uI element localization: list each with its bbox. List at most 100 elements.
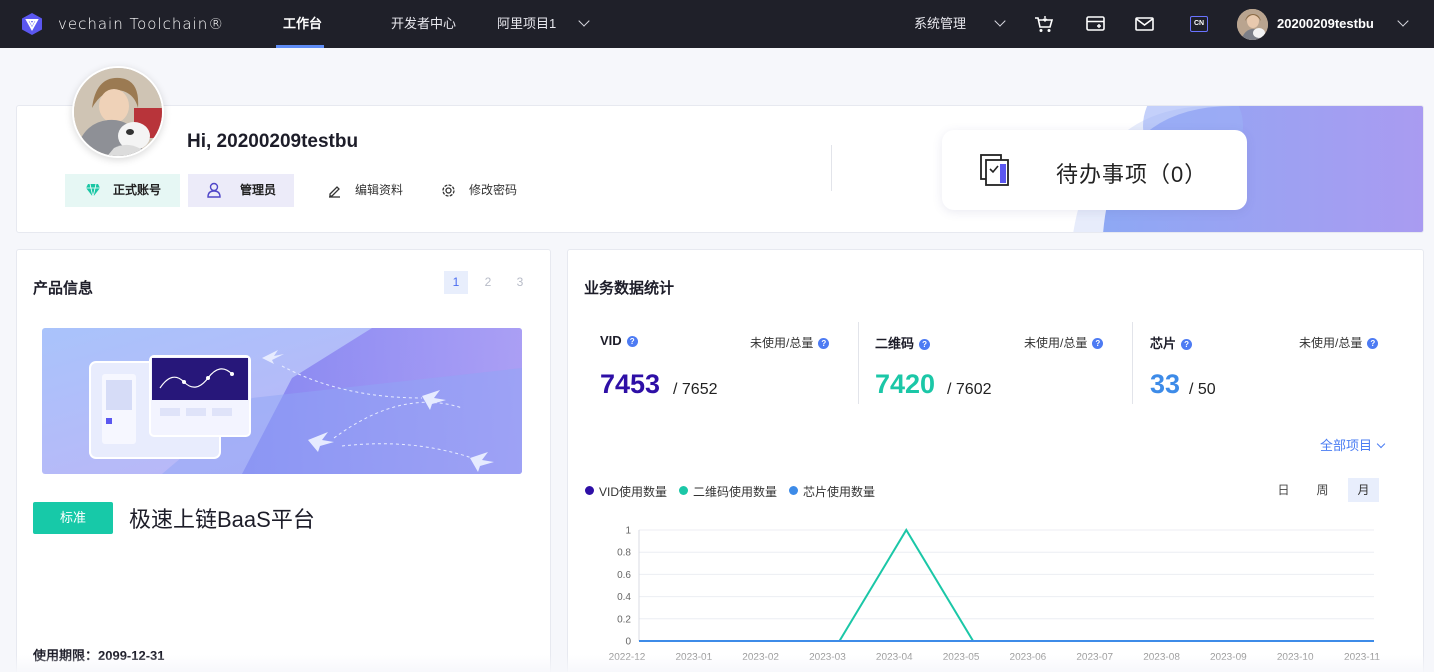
nav-workbench[interactable]: 工作台 xyxy=(283,0,322,48)
legend-chip[interactable]: 芯片使用数量 xyxy=(789,483,875,500)
pager-page-1[interactable]: 1 xyxy=(444,271,468,294)
legend-qrcode[interactable]: 二维码使用数量 xyxy=(679,483,777,500)
business-stats-title: 业务数据统计 xyxy=(584,280,675,297)
avatar[interactable] xyxy=(1237,9,1268,40)
x-tick-label: 2023-08 xyxy=(1143,652,1180,663)
nav-developer-center[interactable]: 开发者中心 xyxy=(391,0,456,48)
profile-divider xyxy=(831,145,832,191)
stat-chip-sub-label: 未使用/总量 xyxy=(1299,336,1363,350)
help-icon[interactable]: ? xyxy=(1367,338,1379,349)
profile-avatar[interactable] xyxy=(72,66,164,158)
card-icon[interactable] xyxy=(1085,14,1107,34)
y-tick-label: 0.8 xyxy=(617,548,631,559)
todo-label: 待办事项（0） xyxy=(1056,162,1208,187)
mail-icon[interactable] xyxy=(1134,14,1156,34)
y-tick-label: 0.2 xyxy=(617,614,631,625)
todo-button[interactable]: 待办事项（0） xyxy=(942,130,1247,210)
product-info-title: 产品信息 xyxy=(33,280,94,297)
change-password-link[interactable]: 修改密码 xyxy=(441,174,517,207)
stat-chip-sub: 未使用/总量? xyxy=(1299,334,1379,351)
product-name: 极速上链BaaS平台 xyxy=(129,507,315,532)
edit-icon xyxy=(329,186,340,198)
gear-icon xyxy=(442,184,455,197)
change-password-label: 修改密码 xyxy=(469,183,518,197)
stat-vid-value: 7453 xyxy=(600,369,661,399)
chevron-down-icon xyxy=(1376,439,1386,449)
help-icon[interactable]: ? xyxy=(1092,338,1104,349)
edit-profile-link[interactable]: 编辑资料 xyxy=(327,174,403,207)
vechain-logo-icon xyxy=(22,13,42,35)
stat-vid-label: VID? xyxy=(600,333,638,348)
role-badge: 管理员 xyxy=(188,174,294,207)
all-projects-dropdown[interactable]: 全部项目 xyxy=(1320,435,1386,454)
stat-chip-value: 33 xyxy=(1150,369,1181,399)
stat-qrcode-sub: 未使用/总量? xyxy=(1024,334,1104,351)
y-tick-label: 1 xyxy=(625,526,631,537)
stat-divider xyxy=(858,322,859,404)
nav-project-label: 阿里项目1 xyxy=(497,16,557,31)
x-tick-label: 2023-06 xyxy=(1010,652,1047,663)
stat-vid-sub-label: 未使用/总量 xyxy=(750,336,814,350)
usage-line-chart: 0 0.2 0.4 0.6 0.8 1 2022-12 2023-01 2023-02 2023-… xyxy=(609,526,1381,664)
x-tick-label: 2023-03 xyxy=(809,652,846,663)
x-tick-label: 2023-07 xyxy=(1076,652,1113,663)
range-week-button[interactable]: 周 xyxy=(1307,478,1338,502)
expiry-date: 使用期限：2099-12-31 xyxy=(33,648,165,663)
series-line-1 xyxy=(639,528,1374,642)
x-tick-label: 2023-01 xyxy=(675,652,712,663)
user-photo-icon xyxy=(1237,9,1268,40)
all-projects-label: 全部项目 xyxy=(1320,438,1373,453)
username: 20200209testbu xyxy=(1277,16,1374,31)
y-tick-label: 0.6 xyxy=(617,570,631,581)
pager-page-2[interactable]: 2 xyxy=(476,271,500,294)
brand-logo[interactable]: vechain Toolchain® xyxy=(20,12,224,36)
nav-project-selector[interactable]: 阿里项目1 xyxy=(497,0,590,48)
help-icon[interactable]: ? xyxy=(1181,339,1193,350)
top-navbar: vechain Toolchain® 工作台 开发者中心 阿里项目1 系统管理 … xyxy=(0,0,1434,48)
x-tick-label: 2023-02 xyxy=(742,652,779,663)
stat-chip-total: / 50 xyxy=(1189,381,1216,398)
stat-divider xyxy=(1132,322,1133,404)
stat-qrcode-value: 7420 xyxy=(875,369,936,399)
help-icon[interactable]: ? xyxy=(919,339,931,350)
legend-vid-marker xyxy=(585,486,594,495)
edition-badge: 标准 xyxy=(33,502,113,534)
chevron-down-icon xyxy=(993,15,1006,27)
stat-vid-name: VID xyxy=(600,333,622,348)
brand-name: vechain Toolchain® xyxy=(58,15,225,33)
help-icon[interactable]: ? xyxy=(626,336,638,347)
account-type-label: 正式账号 xyxy=(113,183,162,197)
user-menu[interactable]: 20200209testbu xyxy=(1277,0,1410,48)
y-tick-label: 0 xyxy=(625,637,631,648)
diamond-icon xyxy=(86,183,100,198)
pager-page-3[interactable]: 3 xyxy=(508,271,532,294)
nav-active-indicator xyxy=(276,45,324,48)
stat-chip-name: 芯片 xyxy=(1150,336,1177,351)
stat-vid-total: / 7652 xyxy=(673,381,718,398)
help-icon[interactable]: ? xyxy=(818,338,830,349)
system-menu[interactable]: 系统管理 xyxy=(914,0,1006,48)
product-banner-illustration xyxy=(42,328,522,474)
x-tick-label: 2023-11 xyxy=(1344,652,1380,663)
edit-profile-label: 编辑资料 xyxy=(355,183,404,197)
stat-qrcode-total: / 7602 xyxy=(947,381,992,398)
todo-list-icon xyxy=(980,154,1009,186)
chevron-down-icon xyxy=(1397,15,1410,27)
legend-chip-marker xyxy=(789,486,798,495)
x-tick-label: 2023-10 xyxy=(1277,652,1314,663)
legend-vid-label: VID使用数量 xyxy=(599,485,668,499)
legend-chip-label: 芯片使用数量 xyxy=(803,485,876,499)
user-icon xyxy=(207,182,221,198)
legend-vid[interactable]: VID使用数量 xyxy=(585,483,667,500)
x-tick-label: 2023-05 xyxy=(943,652,980,663)
y-tick-label: 0.4 xyxy=(617,592,631,603)
range-month-button[interactable]: 月 xyxy=(1348,478,1379,502)
greeting-text: Hi, 20200209testbu xyxy=(187,131,359,152)
account-type-badge: 正式账号 xyxy=(65,174,180,207)
x-tick-label: 2023-09 xyxy=(1210,652,1247,663)
range-day-button[interactable]: 日 xyxy=(1268,478,1299,502)
stat-vid-sub: 未使用/总量? xyxy=(750,334,830,351)
language-switch[interactable]: CN xyxy=(1190,16,1208,32)
cart-icon[interactable] xyxy=(1033,14,1055,34)
stat-chip-label: 芯片? xyxy=(1150,333,1193,352)
